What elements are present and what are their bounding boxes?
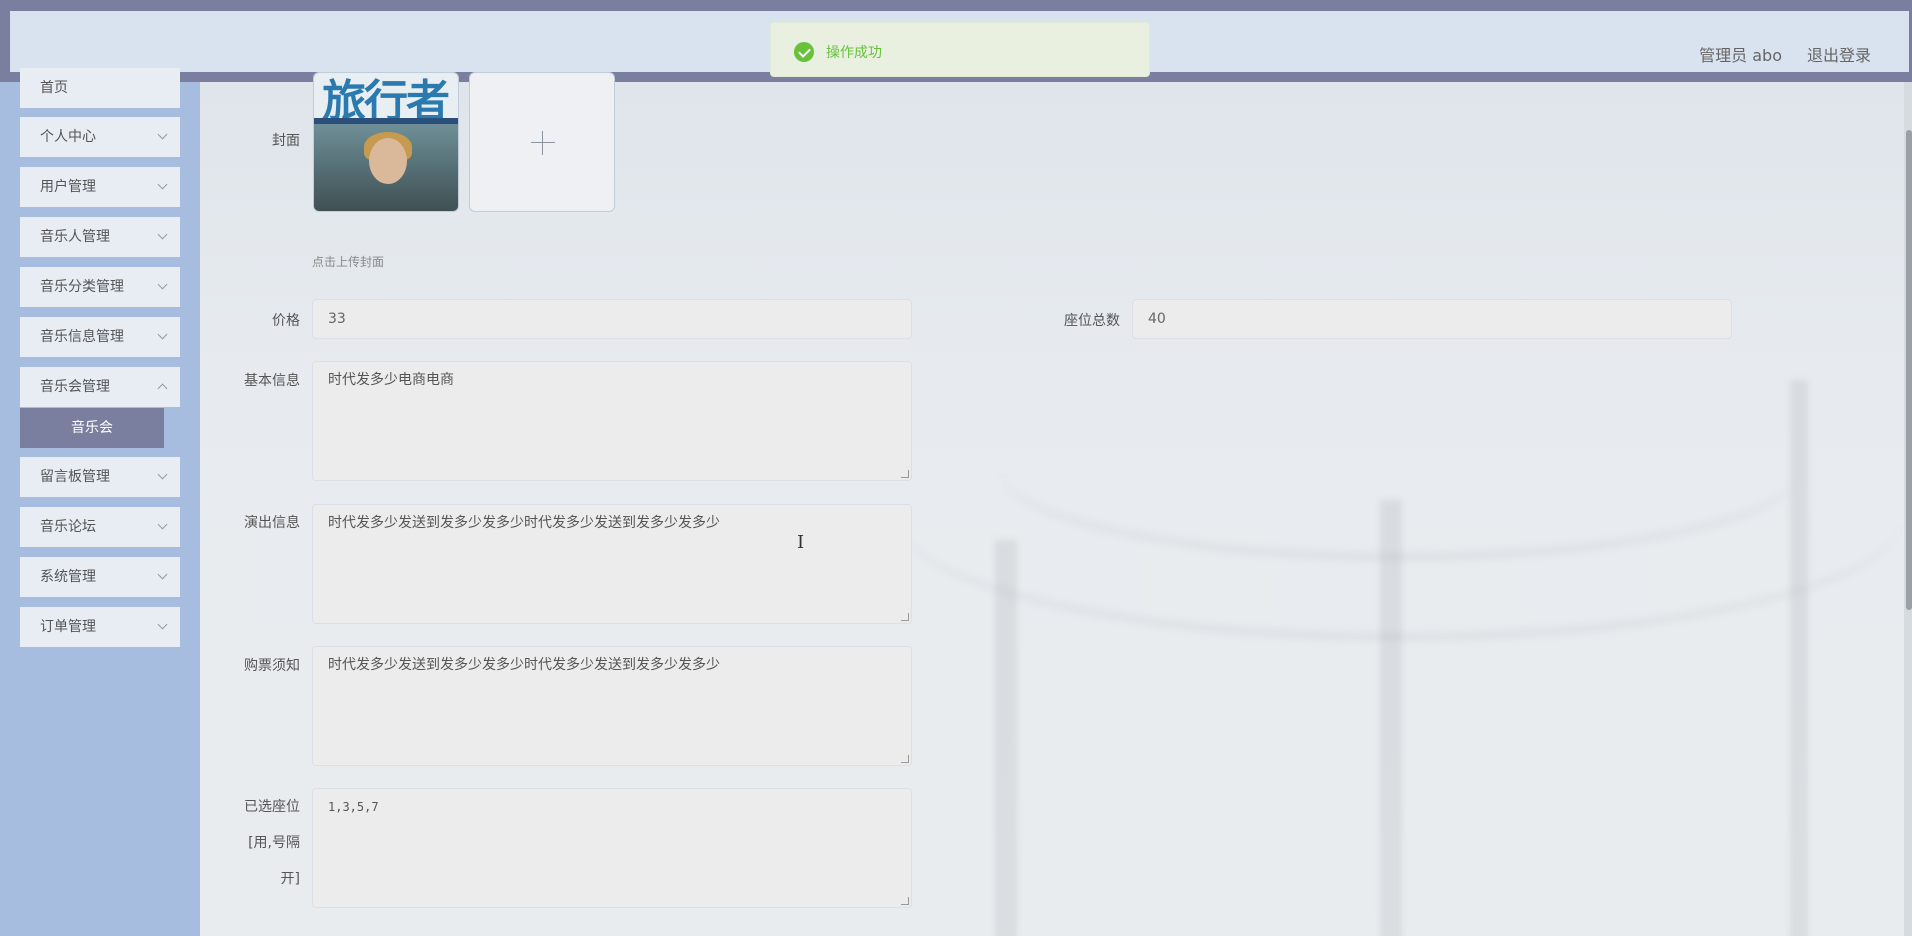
toast-message: 操作成功: [826, 45, 882, 61]
chevron-down-icon: [157, 279, 168, 290]
text-cursor-icon: I: [797, 532, 805, 553]
sidebar-item-label: 留言板管理: [40, 469, 110, 485]
sidebar-item-order-management[interactable]: 订单管理: [20, 607, 180, 647]
sidebar-item-music-info-management[interactable]: 音乐信息管理: [20, 317, 180, 357]
basic-info-value: 时代发多少电商电商: [328, 372, 454, 388]
resize-handle-icon[interactable]: [901, 897, 909, 905]
sidebar-item-user-management[interactable]: 用户管理: [20, 167, 180, 207]
sidebar-item-music-category-management[interactable]: 音乐分类管理: [20, 267, 180, 307]
sidebar-item-label: 首页: [40, 80, 68, 96]
selected-seats-label-line1: 已选座位: [244, 799, 300, 815]
sidebar-item-concert-management[interactable]: 音乐会管理: [20, 367, 180, 407]
resize-handle-icon[interactable]: [901, 613, 909, 621]
ticket-notice-label: 购票须知: [244, 658, 300, 674]
chevron-down-icon: [157, 519, 168, 530]
cover-image[interactable]: 旅行者: [313, 72, 459, 212]
sidebar-subitem-concert[interactable]: 音乐会: [20, 408, 164, 448]
sidebar-item-label: 音乐人管理: [40, 229, 110, 245]
resize-handle-icon[interactable]: [901, 470, 909, 478]
sidebar-item-musician-management[interactable]: 音乐人管理: [20, 217, 180, 257]
logout-link[interactable]: 退出登录: [1807, 42, 1871, 66]
sidebar-item-label: 个人中心: [40, 129, 96, 145]
price-label: 价格: [272, 313, 300, 329]
price-input[interactable]: 33: [312, 299, 912, 339]
plus-icon: [531, 142, 555, 143]
chevron-down-icon: [157, 469, 168, 480]
sidebar-item-label: 系统管理: [40, 569, 96, 585]
seats-total-input[interactable]: 40: [1132, 299, 1732, 339]
basic-info-textarea[interactable]: 时代发多少电商电商: [312, 361, 912, 481]
sidebar-item-music-forum[interactable]: 音乐论坛: [20, 507, 180, 547]
basic-info-label: 基本信息: [244, 373, 300, 389]
sidebar-item-personal-center[interactable]: 个人中心: [20, 117, 180, 157]
sidebar-item-label: 音乐分类管理: [40, 279, 124, 295]
ticket-notice-textarea[interactable]: 时代发多少发送到发多少发多少时代发多少发送到发多少发多少: [312, 646, 912, 766]
selected-seats-label-line3: 开]: [280, 871, 300, 887]
performance-info-label: 演出信息: [244, 515, 300, 531]
seats-total-label: 座位总数: [1064, 313, 1120, 329]
chevron-down-icon: [157, 329, 168, 340]
current-user-label: 管理员 abo: [1699, 46, 1782, 65]
cover-upload-hint: 点击上传封面: [312, 255, 385, 269]
sidebar: 首页 个人中心 用户管理 音乐人管理 音乐分类管理 音乐信息管理 音乐会管理 音…: [0, 68, 200, 936]
sidebar-item-message-board-management[interactable]: 留言板管理: [20, 457, 180, 497]
performance-info-value: 时代发多少发送到发多少发多少时代发多少发送到发多少发多少: [328, 515, 720, 531]
sidebar-item-home[interactable]: 首页: [20, 68, 180, 108]
selected-seats-value: 1,3,5,7: [328, 800, 379, 814]
resize-handle-icon[interactable]: [901, 755, 909, 763]
chevron-down-icon: [157, 179, 168, 190]
ticket-notice-value: 时代发多少发送到发多少发多少时代发多少发送到发多少发多少: [328, 657, 720, 673]
chevron-down-icon: [157, 129, 168, 140]
success-toast: 操作成功: [770, 22, 1150, 77]
sidebar-item-label: 订单管理: [40, 619, 96, 635]
sidebar-item-label: 音乐论坛: [40, 519, 96, 535]
sidebar-item-label: 音乐会管理: [40, 379, 110, 395]
sidebar-item-label: 音乐信息管理: [40, 329, 124, 345]
chevron-up-icon: [157, 383, 168, 394]
chevron-down-icon: [157, 229, 168, 240]
sidebar-item-system-management[interactable]: 系统管理: [20, 557, 180, 597]
scrollbar-thumb[interactable]: [1906, 130, 1912, 610]
sidebar-item-label: 用户管理: [40, 179, 96, 195]
selected-seats-label-line2: [用,号隔: [248, 835, 300, 851]
performance-info-textarea[interactable]: 时代发多少发送到发多少发多少时代发多少发送到发多少发多少: [312, 504, 912, 624]
selected-seats-textarea[interactable]: 1,3,5,7: [312, 788, 912, 908]
chevron-down-icon: [157, 619, 168, 630]
chevron-down-icon: [157, 569, 168, 580]
cover-label: 封面: [272, 133, 300, 149]
cover-upload-button[interactable]: [469, 72, 615, 212]
success-check-icon: [794, 42, 814, 62]
